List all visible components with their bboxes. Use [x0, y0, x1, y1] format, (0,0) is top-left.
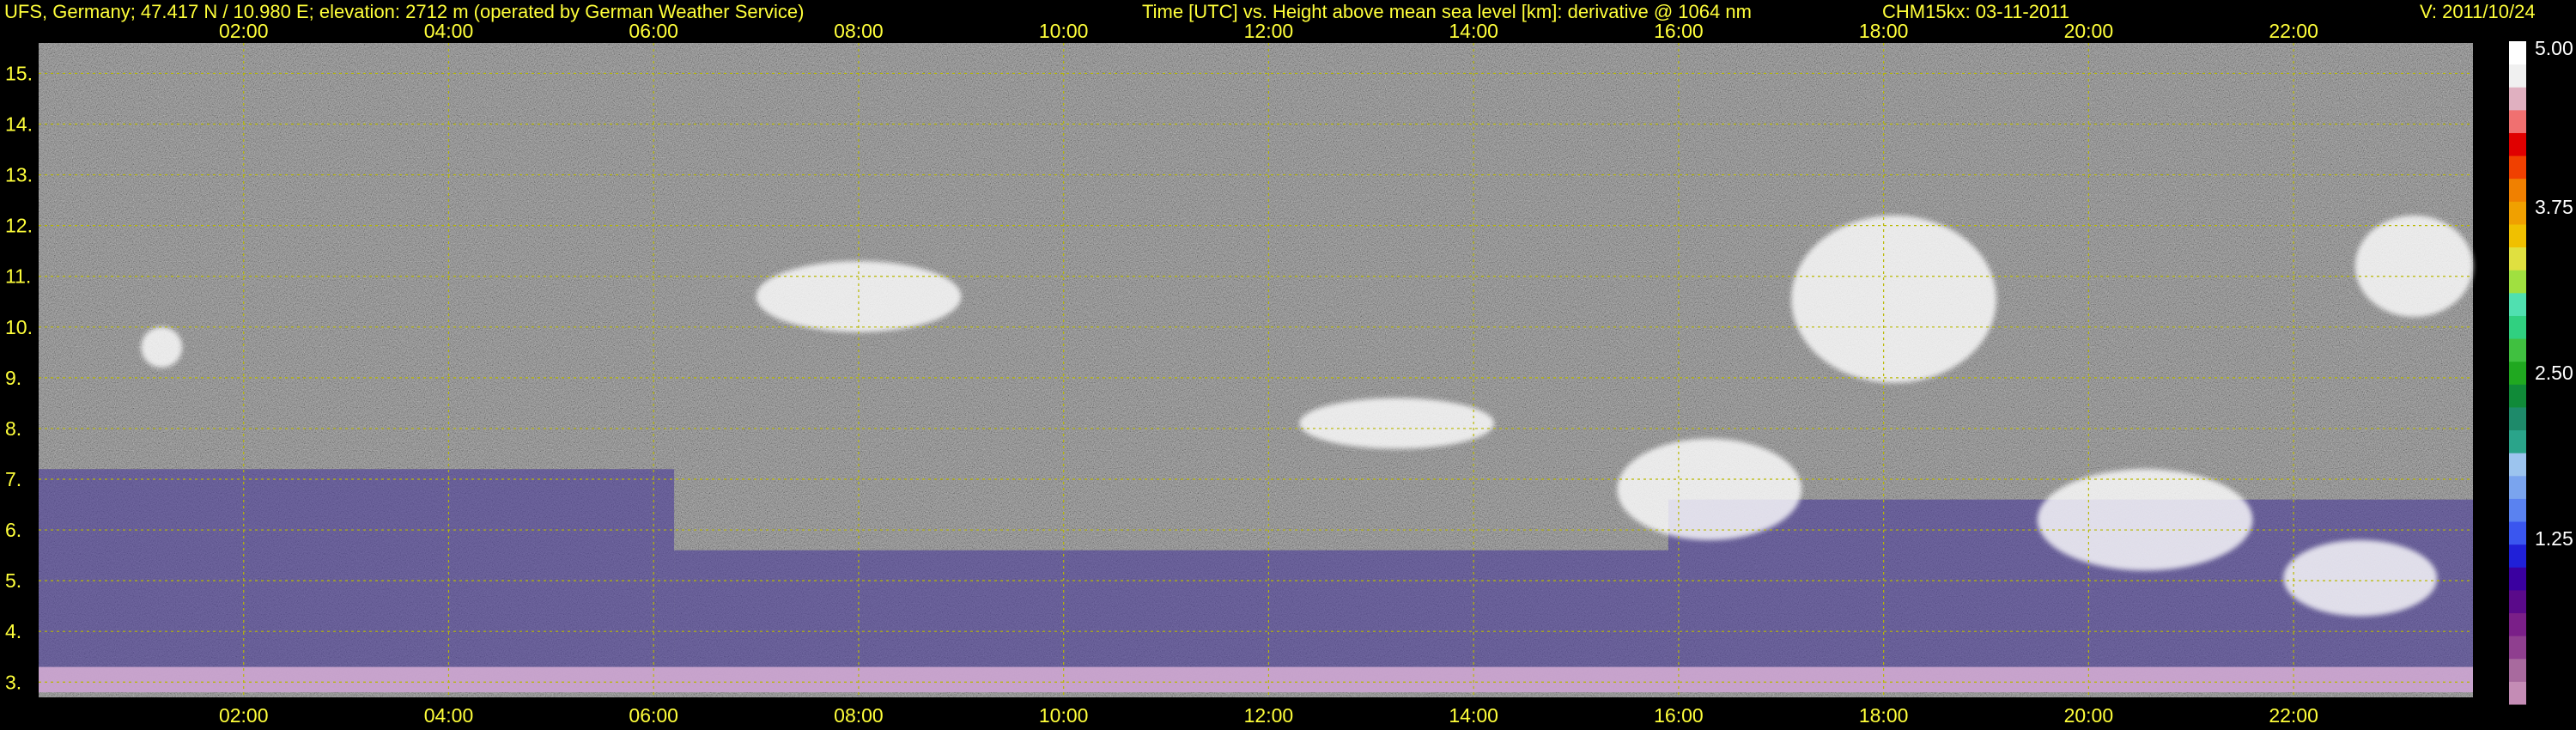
- colorbar-segment: [2509, 544, 2526, 568]
- colorbar-segment: [2509, 270, 2526, 294]
- colorbar-segment: [2509, 292, 2526, 316]
- colorbar-segment: [2509, 87, 2526, 111]
- colorbar-tick-label: 1.25: [2535, 527, 2573, 550]
- y-tick-label: 4.: [5, 620, 21, 642]
- x-tick-label-top: 08:00: [834, 20, 884, 42]
- colorbar-segment: [2509, 636, 2526, 660]
- x-tick-label-top: 16:00: [1654, 20, 1704, 42]
- cloud-feature: [141, 326, 183, 368]
- colorbar-segment: [2509, 246, 2526, 271]
- colorbar-segment: [2509, 498, 2526, 522]
- colorbar-segment: [2509, 132, 2526, 156]
- colorbar-segment: [2509, 589, 2526, 614]
- y-tick-label: 13.: [5, 164, 33, 186]
- y-tick-label: 12.: [5, 215, 33, 237]
- y-axis-labels: 3. 4. 5. 6. 7. 8. 9. 10. 11. 12. 13. 14. 15.: [5, 62, 33, 693]
- colorbar-segment: [2509, 201, 2526, 225]
- y-tick-label: 3.: [5, 671, 21, 693]
- x-tick-label-bottom: 10:00: [1039, 704, 1089, 727]
- colorbar-segment: [2509, 178, 2526, 202]
- surface-layer: [39, 666, 2473, 693]
- y-tick-label: 15.: [5, 62, 33, 84]
- colorbar-segment: [2509, 521, 2526, 545]
- colorbar-segment: [2509, 338, 2526, 362]
- colorbar-segment: [2509, 384, 2526, 408]
- colorbar-segment: [2509, 64, 2526, 88]
- x-tick-label-bottom: 20:00: [2064, 704, 2114, 727]
- cloud-feature: [2037, 469, 2253, 571]
- x-tick-label-bottom: 04:00: [424, 704, 474, 727]
- x-tick-label-bottom: 08:00: [834, 704, 884, 727]
- cloud-feature: [1791, 215, 1996, 383]
- cloud-feature: [2354, 215, 2473, 317]
- x-tick-label-bottom: 16:00: [1654, 704, 1704, 727]
- y-tick-label: 10.: [5, 316, 33, 338]
- colorbar-segment: [2509, 453, 2526, 477]
- x-tick-label-bottom: 14:00: [1449, 704, 1498, 727]
- x-axis-top-labels: 02:00 04:00 06:00 08:00 10:00 12:00 14:00 16:00…: [219, 20, 2318, 42]
- aerosol-layer: [674, 550, 1668, 667]
- x-tick-label-bottom: 02:00: [219, 704, 269, 727]
- colorbar-segment: [2509, 406, 2526, 431]
- cloud-feature: [1617, 438, 1802, 540]
- colorbar-segment: [2509, 658, 2526, 682]
- colorbar-segment: [2509, 612, 2526, 636]
- x-tick-label-bottom: 12:00: [1244, 704, 1294, 727]
- x-tick-label-top: 06:00: [629, 20, 678, 42]
- colorbar-segment: [2509, 475, 2526, 499]
- x-tick-label-top: 04:00: [424, 20, 474, 42]
- colorbar-tick-label: 5.00: [2535, 37, 2573, 59]
- colorbar-segment: [2509, 315, 2526, 339]
- y-tick-label: 14.: [5, 113, 33, 136]
- x-tick-label-top: 10:00: [1039, 20, 1089, 42]
- cloud-feature: [1299, 398, 1495, 449]
- x-tick-label-top: 18:00: [1859, 20, 1909, 42]
- x-tick-label-bottom: 18:00: [1859, 704, 1909, 727]
- colorbar-segment: [2509, 681, 2526, 705]
- colorbar-labels: 5.00 3.75 2.50 1.25: [2535, 37, 2573, 550]
- x-axis-bottom-labels: 02:00 04:00 06:00 08:00 10:00 12:00 14:00 16:00…: [219, 704, 2318, 727]
- colorbar-segment: [2509, 567, 2526, 591]
- lidar-backscatter-chart: 02:00 04:00 06:00 08:00 10:00 12:00 14:00 16:00…: [5, 20, 2573, 727]
- y-tick-label: 6.: [5, 519, 21, 541]
- x-tick-label-bottom: 22:00: [2269, 704, 2318, 727]
- x-tick-label-top: 02:00: [219, 20, 269, 42]
- colorbar-segment: [2509, 109, 2526, 133]
- x-tick-label-top: 22:00: [2269, 20, 2318, 42]
- y-tick-label: 9.: [5, 367, 21, 389]
- colorbar-segment: [2509, 155, 2526, 179]
- colorbar: [2509, 41, 2526, 705]
- x-tick-label-top: 12:00: [1244, 20, 1294, 42]
- colorbar-segment: [2509, 223, 2526, 248]
- colorbar-tick-label: 3.75: [2535, 196, 2573, 218]
- x-tick-label-top: 20:00: [2064, 20, 2114, 42]
- x-tick-label-top: 14:00: [1449, 20, 1498, 42]
- y-tick-label: 7.: [5, 468, 21, 490]
- y-tick-label: 5.: [5, 569, 21, 592]
- aerosol-layer: [39, 469, 675, 667]
- colorbar-tick-label: 2.50: [2535, 362, 2573, 384]
- y-tick-label: 8.: [5, 417, 21, 440]
- y-tick-label: 11.: [5, 265, 31, 288]
- colorbar-segment: [2509, 41, 2526, 65]
- colorbar-segment: [2509, 429, 2526, 453]
- x-tick-label-bottom: 06:00: [629, 704, 678, 727]
- colorbar-segment: [2509, 361, 2526, 385]
- cloud-feature: [2283, 539, 2438, 617]
